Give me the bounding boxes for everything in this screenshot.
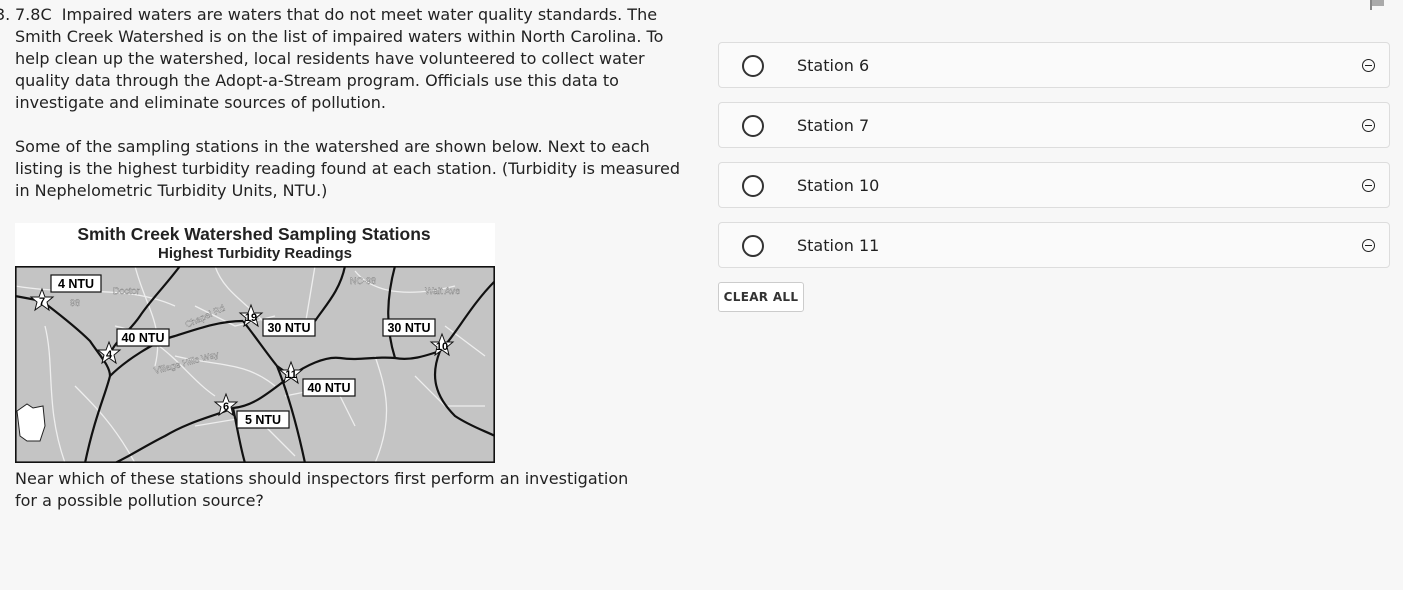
ntu-label-station-6: 5 NTU <box>236 410 290 429</box>
map-graphic: NC-98 Wait Ave Doctor Chapel Rd Village … <box>15 266 495 463</box>
strikethrough-icon[interactable] <box>1362 179 1375 192</box>
strikethrough-icon[interactable] <box>1362 239 1375 252</box>
clear-all-button[interactable]: CLEAR ALL <box>718 282 804 312</box>
station-10-id: 10 <box>436 341 448 353</box>
road-label-wait-ave: Wait Ave <box>425 286 460 296</box>
question-prompt: Near which of these stations should insp… <box>15 469 629 510</box>
station-19-id: 19 <box>245 312 257 324</box>
option-label: Station 10 <box>797 176 880 195</box>
road-label-nc98: NC-98 <box>350 276 376 286</box>
strikethrough-icon[interactable] <box>1362 59 1375 72</box>
ntu-value-station-4: 40 NTU <box>121 331 164 345</box>
ntu-label-station-7: 4 NTU <box>50 274 102 293</box>
radio-button[interactable] <box>742 235 764 257</box>
question-paragraph-2: Some of the sampling stations in the wat… <box>15 137 680 200</box>
ntu-label-station-11: 40 NTU <box>302 378 356 397</box>
station-7-id: 7 <box>39 296 45 308</box>
ntu-value-station-6: 5 NTU <box>245 413 281 427</box>
strikethrough-icon[interactable] <box>1362 119 1375 132</box>
answer-options: Station 6 Station 7 Station 10 Station 1… <box>718 42 1390 282</box>
question-intro: 7.8C Impaired waters are waters that do … <box>0 4 680 114</box>
station-6-id: 6 <box>223 401 229 413</box>
question-number: 3. <box>0 5 11 24</box>
intro-text: Impaired waters are waters that do not m… <box>15 5 664 112</box>
ntu-value-station-11: 40 NTU <box>307 381 350 395</box>
map-subtitle: Highest Turbidity Readings <box>158 245 352 262</box>
option-label: Station 6 <box>797 56 870 75</box>
option-station-11[interactable]: Station 11 <box>718 222 1390 268</box>
radio-button[interactable] <box>742 55 764 77</box>
road-label-98: 98 <box>70 298 80 308</box>
option-station-6[interactable]: Station 6 <box>718 42 1390 88</box>
station-11-id: 11 <box>285 369 297 381</box>
radio-button[interactable] <box>742 175 764 197</box>
station-4-id: 4 <box>106 349 113 361</box>
flag-icon[interactable] <box>1369 0 1387 10</box>
option-station-10[interactable]: Station 10 <box>718 162 1390 208</box>
map-title-block: Smith Creek Watershed Sampling Stations … <box>15 223 495 263</box>
map-title: Smith Creek Watershed Sampling Stations <box>77 224 431 244</box>
question-text: 3. 7.8C Impaired waters are waters that … <box>0 4 680 202</box>
lake-shape <box>16 403 46 442</box>
radio-button[interactable] <box>742 115 764 137</box>
question-code: 7.8C <box>15 5 52 24</box>
option-label: Station 11 <box>797 236 880 255</box>
map-land <box>15 266 495 463</box>
ntu-value-station-19: 30 NTU <box>267 321 310 335</box>
ntu-value-station-10: 30 NTU <box>387 321 430 335</box>
ntu-label-station-19: 30 NTU <box>262 318 316 337</box>
option-label: Station 7 <box>797 116 870 135</box>
ntu-label-station-4: 40 NTU <box>116 328 170 347</box>
ntu-value-station-7: 4 NTU <box>58 277 94 291</box>
option-station-7[interactable]: Station 7 <box>718 102 1390 148</box>
watershed-map: Smith Creek Watershed Sampling Stations … <box>15 223 495 463</box>
road-label-doctor: Doctor <box>113 286 140 296</box>
ntu-label-station-10: 30 NTU <box>382 318 436 337</box>
